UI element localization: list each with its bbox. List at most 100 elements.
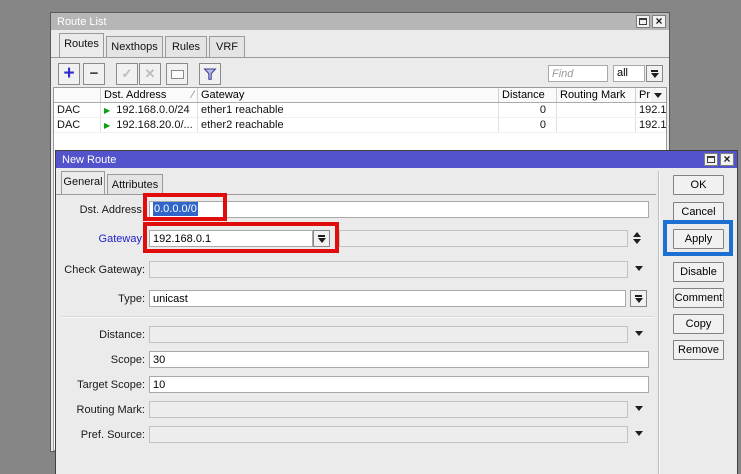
tab-rules[interactable]: Rules [165, 36, 207, 57]
filter-funnel-icon [203, 68, 217, 81]
disable-button[interactable]: Disable [673, 262, 724, 282]
new-route-titlebar[interactable]: New Route × [56, 151, 737, 168]
dropdown-icon [318, 238, 326, 243]
distance-input[interactable] [149, 326, 628, 343]
gateway-input[interactable] [149, 230, 313, 247]
route-routing-mark [557, 118, 636, 132]
type-input[interactable] [149, 290, 626, 307]
column-header-gateway[interactable]: Gateway [198, 88, 499, 102]
route-list-close-button[interactable]: × [652, 15, 666, 28]
dropdown-icon [635, 295, 642, 297]
dialog-maximize-button[interactable] [704, 153, 718, 166]
tab-attributes[interactable]: Attributes [107, 174, 163, 194]
routing-mark-dropdown[interactable] [633, 406, 645, 411]
tab-routes-label: Routes [64, 38, 99, 50]
distance-dropdown[interactable] [633, 331, 645, 336]
dropdown-icon [635, 406, 643, 411]
apply-button[interactable]: Apply [673, 229, 724, 249]
filter-scope-dropdown-button[interactable] [646, 65, 663, 82]
dialog-close-button[interactable]: × [720, 153, 734, 166]
down-arrow-icon [633, 239, 641, 244]
tab-nexthops-label: Nexthops [111, 41, 157, 53]
tab-general[interactable]: General [61, 171, 105, 194]
pref-source-input[interactable] [149, 426, 628, 443]
new-route-dialog: New Route × General Attributes Dst. Addr… [55, 150, 738, 474]
gateway-dropdown-button[interactable] [313, 230, 330, 247]
minus-icon: − [90, 67, 99, 81]
route-list-maximize-button[interactable] [636, 15, 650, 28]
section-divider [62, 316, 654, 317]
check-gateway-dropdown[interactable] [633, 266, 645, 271]
cancel-button[interactable]: Cancel [673, 202, 724, 222]
column-header-dst-address[interactable]: Dst. Address ∕ [101, 88, 198, 102]
tab-baseline [56, 194, 656, 195]
routing-mark-label: Routing Mark: [56, 404, 145, 416]
tab-vrf[interactable]: VRF [209, 36, 245, 57]
route-dst-value: 192.168.0.0/24 [116, 104, 189, 116]
active-flag-icon: ▶ [104, 106, 110, 115]
gateway-label[interactable]: Gateway: [56, 233, 145, 245]
find-input[interactable] [548, 65, 608, 82]
copy-button[interactable]: Copy [673, 314, 724, 334]
enable-route-button[interactable]: ✓ [116, 63, 138, 85]
target-scope-label: Target Scope: [56, 379, 145, 391]
type-dropdown-button[interactable] [630, 290, 647, 307]
remove-route-button[interactable]: − [83, 63, 105, 85]
route-distance: 0 [499, 118, 557, 132]
route-pref-source: 192.1 [636, 103, 667, 117]
pref-source-dropdown[interactable] [633, 431, 645, 436]
distance-label: Distance: [56, 329, 145, 341]
check-icon: ✓ [122, 66, 133, 82]
tab-vrf-label: VRF [216, 41, 238, 53]
filter-scope-select[interactable]: all [613, 65, 645, 82]
comment-button[interactable]: Comment [673, 288, 724, 308]
scope-input[interactable] [149, 351, 649, 368]
selected-text: 0.0.0.0/0 [153, 202, 198, 216]
table-row[interactable]: DAC ▶ 192.168.0.0/24 ether1 reachable 0 … [54, 103, 666, 118]
pref-source-label: Pref. Source: [56, 429, 145, 441]
column-header-flags[interactable] [54, 88, 101, 102]
route-dst-address: ▶ 192.168.0.0/24 [101, 103, 198, 117]
filter-button[interactable] [199, 63, 221, 85]
route-dst-value: 192.168.20.0/... [116, 119, 192, 131]
column-header-routing-mark[interactable]: Routing Mark [557, 88, 636, 102]
dst-address-label: Dst. Address: [56, 204, 145, 216]
route-routing-mark [557, 103, 636, 117]
dropdown-icon [635, 431, 643, 436]
route-distance: 0 [499, 103, 557, 117]
add-route-button[interactable]: + [58, 63, 80, 85]
button-panel-divider [658, 171, 659, 474]
target-scope-input[interactable] [149, 376, 649, 393]
scope-label: Scope: [56, 354, 145, 366]
tab-routes[interactable]: Routes [59, 33, 104, 57]
up-arrow-icon [633, 232, 641, 237]
close-icon: × [655, 15, 662, 27]
comment-card-icon [171, 70, 184, 79]
comment-route-button[interactable] [166, 63, 188, 85]
table-row[interactable]: DAC ▶ 192.168.20.0/... ether2 reachable … [54, 118, 666, 133]
type-label: Type: [56, 293, 145, 305]
close-icon: × [723, 153, 730, 165]
tab-rules-label: Rules [172, 41, 200, 53]
remove-button[interactable]: Remove [673, 340, 724, 360]
column-selector-dropdown[interactable] [651, 89, 665, 102]
tab-nexthops[interactable]: Nexthops [106, 36, 163, 57]
route-dst-address: ▶ 192.168.20.0/... [101, 118, 198, 132]
maximize-icon [639, 18, 647, 25]
route-list-title: Route List [57, 16, 636, 28]
check-gateway-input[interactable] [149, 261, 628, 278]
disable-route-button[interactable]: ✕ [139, 63, 161, 85]
ok-button[interactable]: OK [673, 175, 724, 195]
routing-mark-input[interactable] [149, 401, 628, 418]
gateway-add-remove-stepper[interactable] [633, 232, 641, 244]
dropdown-icon [635, 331, 643, 336]
route-flags: DAC [54, 103, 101, 117]
dropdown-icon [651, 73, 659, 78]
gateway-extra-slot [339, 230, 628, 247]
dropdown-icon [318, 235, 325, 237]
route-list-titlebar[interactable]: Route List × [51, 13, 669, 30]
route-gateway: ether2 reachable [198, 118, 499, 132]
x-icon: ✕ [145, 66, 156, 82]
column-header-distance[interactable]: Distance [499, 88, 557, 102]
dst-address-input[interactable]: 0.0.0.0/0 [149, 201, 649, 218]
